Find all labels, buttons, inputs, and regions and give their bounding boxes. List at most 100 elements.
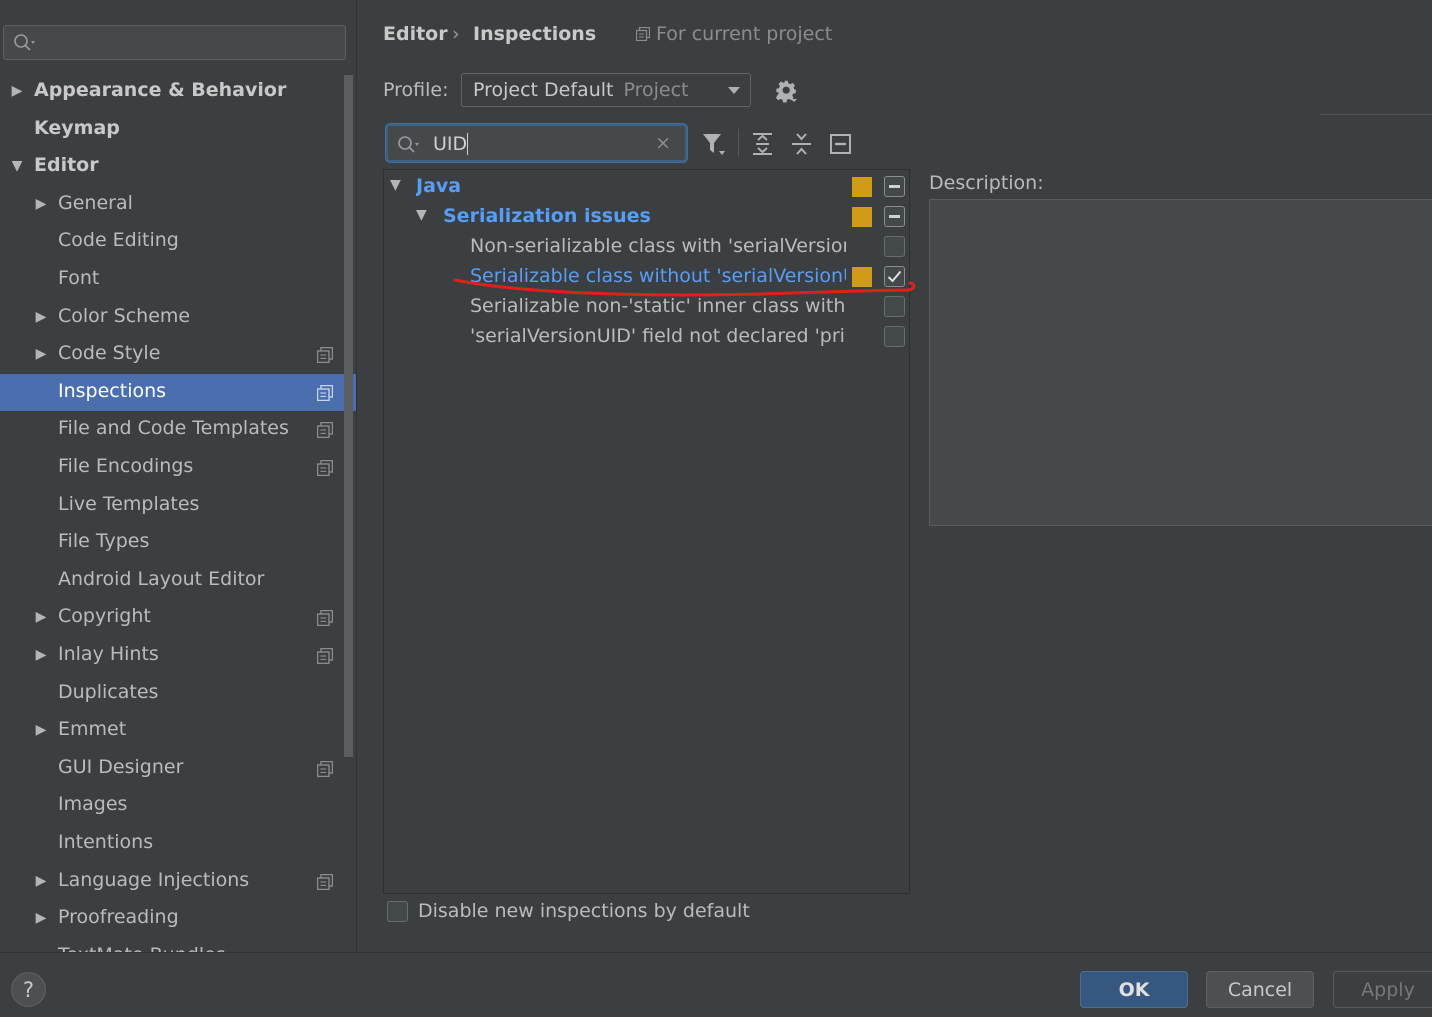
sidebar-item[interactable]: ▶ Inlay Hints [0, 637, 356, 674]
severity-warning-icon [852, 177, 872, 197]
inspection-row[interactable]: 'serialVersionUID' field not declared 'p… [384, 321, 909, 351]
sidebar-item[interactable]: ▶ Emmet [0, 712, 356, 749]
ok-button[interactable]: OK [1080, 971, 1188, 1008]
chevron-right-icon[interactable]: ▶ [34, 196, 48, 212]
checkmark-icon [887, 270, 902, 283]
project-scope-icon [636, 27, 650, 41]
sidebar-item[interactable]: ▶ Appearance & Behavior [0, 73, 356, 110]
inspection-row[interactable]: Serializable non-'static' inner class wi… [384, 291, 909, 321]
project-scope-icon [317, 760, 333, 777]
chevron-down-icon[interactable]: ▼ [416, 208, 430, 222]
sidebar-item-label: Editor [34, 154, 99, 177]
scope-label: For current project [656, 23, 833, 45]
sidebar-item-label: File Encodings [58, 455, 194, 477]
chevron-right-icon[interactable]: ▶ [34, 722, 48, 738]
inspection-search-input[interactable]: UID × [386, 124, 687, 162]
sidebar-item[interactable]: GUI Designer [0, 750, 356, 787]
severity-warning-icon [852, 207, 872, 227]
inspection-label: Serializable class without 'serialVersio… [470, 265, 846, 287]
sidebar-item-label: File Types [58, 530, 150, 553]
sidebar-item[interactable]: File Types [0, 524, 356, 561]
inspection-category-row[interactable]: ▼ Serialization issues [384, 201, 909, 231]
search-icon [398, 136, 419, 153]
dialog-button-bar: ? OK Cancel Apply [0, 952, 1432, 1017]
inspection-label: Serialization issues [443, 205, 651, 227]
inspection-checkbox[interactable] [884, 266, 905, 287]
inspection-label: Java [416, 175, 462, 197]
sidebar-item-label: Code Editing [58, 229, 179, 252]
help-button[interactable]: ? [11, 972, 46, 1007]
inspection-checkbox[interactable] [884, 176, 905, 197]
sidebar-item[interactable]: Live Templates [0, 487, 356, 524]
divider [1320, 114, 1432, 115]
chevron-right-icon[interactable]: ▶ [34, 910, 48, 926]
chevron-right-icon[interactable]: ▶ [34, 609, 48, 625]
sidebar-item[interactable]: ▶ General [0, 186, 356, 223]
sidebar-item-label: File and Code Templates [58, 417, 289, 440]
apply-button[interactable]: Apply [1333, 971, 1432, 1008]
sidebar-item[interactable]: ▶ Language Injections [0, 863, 356, 900]
profile-label: Profile: [383, 79, 449, 101]
sidebar-item[interactable]: ▼ Editor [0, 148, 356, 185]
chevron-right-icon[interactable]: ▶ [34, 873, 48, 889]
inspection-category-row[interactable]: ▼ Java [384, 171, 909, 201]
settings-search-input[interactable] [3, 25, 346, 60]
inspection-checkbox[interactable] [884, 296, 905, 317]
sidebar-item[interactable]: Android Layout Editor [0, 562, 356, 599]
project-scope-icon [317, 384, 333, 401]
sidebar-item-label: General [58, 191, 133, 214]
sidebar-item[interactable]: ▶ Proofreading [0, 900, 356, 937]
chevron-down-icon[interactable]: ▼ [10, 158, 24, 174]
chevron-down-icon[interactable]: ▼ [390, 178, 404, 192]
cancel-button[interactable]: Cancel [1206, 971, 1314, 1008]
chevron-right-icon[interactable]: ▶ [34, 309, 48, 325]
collapse-all-icon[interactable] [789, 131, 815, 157]
profile-scope: Project [623, 79, 689, 101]
disable-new-inspections-checkbox[interactable] [387, 900, 408, 922]
inspection-label: Non-serializable class with 'serialVersi… [470, 235, 846, 257]
project-scope-icon [317, 460, 333, 476]
sidebar-item-label: Proofreading [58, 906, 179, 929]
project-scope-icon [317, 347, 333, 364]
chevron-right-icon[interactable]: ▶ [34, 647, 48, 663]
sidebar-item[interactable]: Images [0, 787, 356, 824]
sidebar-item[interactable]: ▶ Copyright [0, 599, 356, 636]
inspection-row[interactable]: Non-serializable class with 'serialVersi… [384, 231, 909, 261]
sidebar-item-label: Inlay Hints [58, 643, 159, 665]
expand-all-icon[interactable] [750, 131, 776, 157]
sidebar-item-label: Duplicates [58, 680, 159, 703]
sidebar-item[interactable]: ▶ Color Scheme [0, 299, 356, 336]
sidebar-item[interactable]: File and Code Templates [0, 411, 356, 448]
sidebar-item[interactable]: Font [0, 261, 356, 298]
filter-icon[interactable] [701, 131, 727, 157]
sidebar-item[interactable]: Keymap [0, 111, 356, 148]
severity-warning-icon [852, 267, 872, 287]
indeterminate-icon [889, 185, 900, 188]
inspection-tree: ▼ Java ▼ Serialization issues Non-serializab… [383, 169, 910, 894]
sidebar-item-label: Appearance & Behavior [34, 79, 287, 101]
inspection-checkbox[interactable] [884, 326, 905, 347]
inspection-checkbox[interactable] [884, 206, 905, 227]
inspection-checkbox[interactable] [884, 236, 905, 257]
sidebar-scrollbar[interactable] [344, 75, 353, 757]
sidebar-item[interactable]: Inspections [0, 373, 356, 411]
close-icon[interactable]: × [655, 132, 671, 154]
search-icon [14, 34, 35, 51]
sidebar-item[interactable]: Intentions [0, 825, 356, 862]
chevron-right-icon[interactable]: ▶ [10, 83, 24, 99]
inspection-row[interactable]: Serializable class without 'serialVersio… [384, 261, 909, 291]
chevron-right-icon[interactable]: ▶ [34, 346, 48, 362]
sidebar-item[interactable]: Duplicates [0, 675, 356, 712]
settings-sidebar: ▶ Appearance & Behavior Keymap ▼ Editor ▶ Gene… [0, 0, 357, 952]
sidebar-item[interactable]: TextMate Bundles [0, 938, 356, 952]
scope-indicator: For current project [636, 23, 832, 45]
sidebar-item-label: Android Layout Editor [58, 567, 265, 590]
sidebar-item[interactable]: ▶ Code Style [0, 336, 356, 373]
reset-icon[interactable] [828, 131, 854, 157]
gear-icon[interactable] [775, 79, 799, 103]
breadcrumb-parent[interactable]: Editor [383, 23, 448, 45]
sidebar-item[interactable]: File Encodings [0, 449, 356, 486]
disable-new-inspections-option[interactable]: Disable new inspections by default [387, 900, 750, 922]
profile-dropdown[interactable]: Project Default Project [461, 73, 751, 107]
sidebar-item[interactable]: Code Editing [0, 223, 356, 260]
